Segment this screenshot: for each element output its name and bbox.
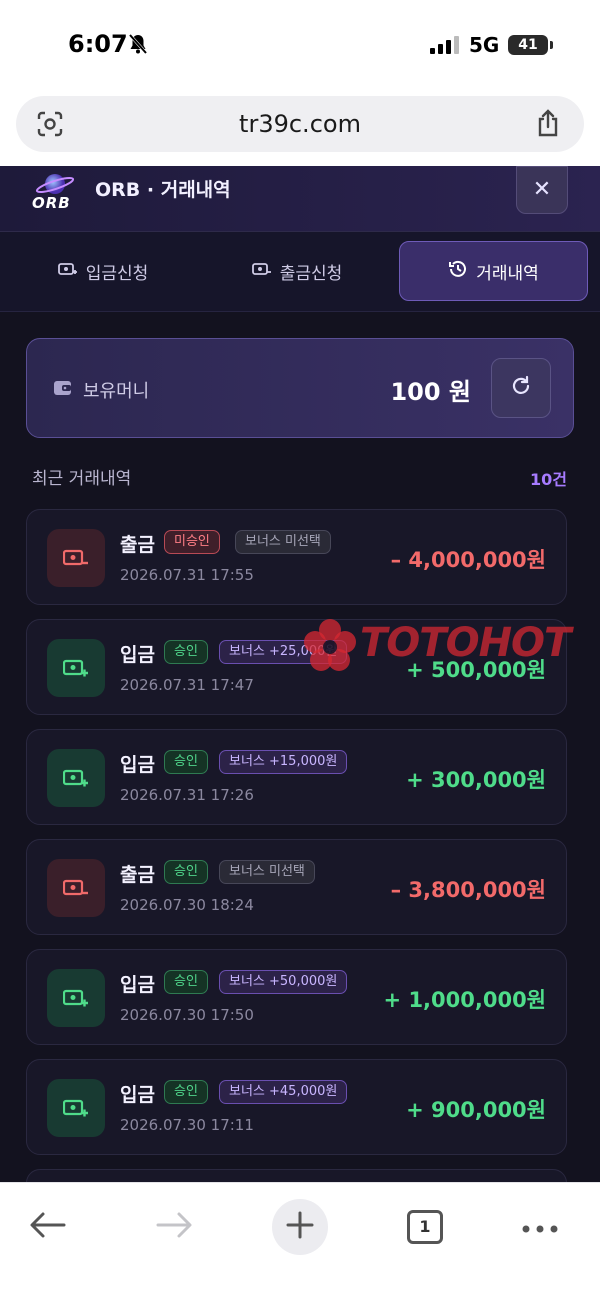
bonus-badge: 보너스 +45,000원 [219,1080,348,1104]
transaction-type: 입금 [120,974,155,996]
tabs-button[interactable]: 1 [395,1197,455,1257]
bonus-badge: 보너스 +15,000원 [219,750,348,774]
transaction-type: 입금 [120,754,155,776]
transaction-date: 2026.07.31 17:26 [120,786,254,804]
deposit-icon [47,639,105,697]
transaction-date: 2026.07.30 17:11 [120,1116,254,1134]
tab-withdraw[interactable]: 출금신청 [222,241,372,301]
transaction-amount: + 300,000원 [406,768,546,792]
deposit-icon [47,749,105,807]
status-badge: 승인 [164,1080,208,1104]
status-badge: 승인 [164,860,208,884]
status-badge: 승인 [164,970,208,994]
deposit-icon [47,1079,105,1137]
transaction-row[interactable]: 출금 승인 보너스 미선택 2026.07.30 18:24 – 3,800,000원 [26,839,567,935]
transaction-row[interactable] [26,1169,567,1182]
close-button[interactable]: ✕ [516,166,568,214]
browser-toolbar: 1 [0,1182,600,1301]
app-header: ORB ORB · 거래내역 ✕ [0,166,600,232]
plus-icon [286,1211,314,1243]
tab-history-label: 거래내역 [476,263,539,284]
wallet-icon [53,379,73,401]
transaction-date: 2026.07.30 18:24 [120,896,254,914]
arrow-right-icon [155,1211,193,1243]
url-text[interactable]: tr39c.com [16,110,584,138]
watermark: TOTOHOT [300,616,571,676]
transaction-date: 2026.07.31 17:47 [120,676,254,694]
tab-deposit[interactable]: 입금신청 [28,241,178,301]
transaction-type: 출금 [120,864,155,886]
share-icon[interactable] [534,108,562,142]
orb-logo: ORB [30,170,80,214]
more-dots-icon [522,1218,558,1237]
forward-button[interactable] [144,1197,204,1257]
bonus-badge: 보너스 미선택 [219,860,315,884]
balance-card: 보유머니 100 원 [26,338,574,438]
battery-icon: 41 [508,35,553,55]
bonus-badge: 보너스 미선택 [235,530,331,554]
balance-label: 보유머니 [83,381,150,402]
transaction-row[interactable]: 입금 승인 보너스 +45,000원 2026.07.30 17:11 + 900,00… [26,1059,567,1155]
deposit-icon [47,969,105,1027]
tab-count: 1 [407,1210,443,1244]
transaction-type: 입금 [120,644,155,666]
app-panel: ORB ORB · 거래내역 ✕ 입금신청 출금신청 거래내역 보유머니 100… [0,166,600,1182]
withdraw-icon [47,859,105,917]
logo-text: ORB [32,194,71,212]
status-badge: 승인 [164,750,208,774]
transaction-amount: – 4,000,000원 [390,548,546,572]
transaction-row[interactable]: 입금 승인 보너스 +15,000원 2026.07.31 17:26 + 300,00… [26,729,567,825]
more-menu-button[interactable] [510,1197,570,1257]
signal-icon [430,36,462,58]
section-title: 최근 거래내역 [32,469,132,489]
cash-minus-icon [251,261,272,282]
transaction-count: 10건 [530,470,567,489]
status-badge: 승인 [164,640,208,664]
status-badge: 미승인 [164,530,220,554]
bell-muted-icon [128,33,148,59]
history-icon [448,259,468,284]
back-button[interactable] [18,1197,78,1257]
tab-deposit-label: 입금신청 [85,263,149,284]
page-title: ORB · 거래내역 [95,179,231,201]
status-time: 6:07 [68,30,128,58]
watermark-text: TOTOHOT [360,620,571,666]
transaction-amount: + 900,000원 [406,1098,546,1122]
address-bar[interactable]: tr39c.com [16,96,584,152]
tab-history[interactable]: 거래내역 [399,241,588,301]
network-label: 5G [469,33,500,57]
balance-amount: 100 원 [390,378,471,406]
cash-plus-icon [57,261,78,282]
tab-bar: 입금신청 출금신청 거래내역 [0,232,600,312]
transaction-date: 2026.07.31 17:55 [120,566,254,584]
bonus-badge: 보너스 +50,000원 [219,970,348,994]
refresh-icon [510,375,532,401]
transaction-date: 2026.07.30 17:50 [120,1006,254,1024]
transaction-amount: – 3,800,000원 [390,878,546,902]
transaction-amount: + 1,000,000원 [383,988,546,1012]
withdraw-icon [47,529,105,587]
transaction-type: 출금 [120,534,155,556]
tab-withdraw-label: 출금신청 [279,263,343,284]
status-bar: 6:07 5G 41 [0,0,600,90]
transaction-row[interactable]: 입금 승인 보너스 +50,000원 2026.07.30 17:50 + 1,000,… [26,949,567,1045]
watermark-flower-icon [300,619,360,680]
new-tab-button[interactable] [272,1199,328,1255]
refresh-button[interactable] [491,358,551,418]
transaction-row[interactable]: 출금 미승인 보너스 미선택 2026.07.31 17:55 – 4,000,000원 [26,509,567,605]
transaction-type: 입금 [120,1084,155,1106]
arrow-left-icon [29,1211,67,1243]
